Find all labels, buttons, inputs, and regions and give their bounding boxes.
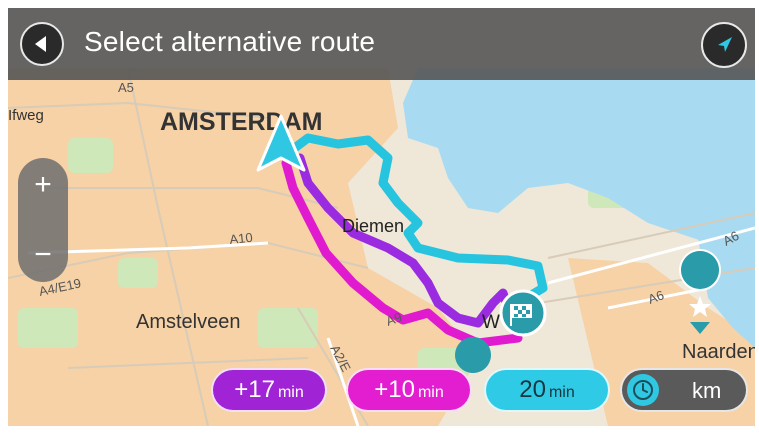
time-distance-toggle[interactable]: km (620, 368, 748, 412)
destination-flag-icon[interactable] (499, 289, 547, 337)
map-label-amstelveen: Amstelveen (136, 311, 241, 333)
road-label-a5: A5 (118, 80, 134, 95)
route-time-unit: min (548, 383, 575, 401)
zoom-out-button[interactable]: − (18, 230, 68, 280)
map-label-diemen: Diemen (342, 216, 404, 236)
distance-unit-label: km (692, 378, 722, 403)
header-bar: Select alternative route (8, 8, 755, 80)
route-time-unit: min (417, 383, 444, 401)
route-time-unit: min (277, 383, 304, 401)
route-option-cyan[interactable]: 20 min (484, 368, 610, 412)
navigation-arrow-icon (718, 37, 732, 52)
road-label-a10: A10 (229, 230, 254, 247)
route-time-total: 20 (519, 376, 546, 403)
clock-icon (627, 374, 659, 406)
route-time-delta: +10 (374, 376, 415, 403)
back-button[interactable] (20, 22, 64, 66)
map-label-ifweg: Ifweg (8, 107, 44, 124)
zoom-in-button[interactable]: + (18, 160, 68, 210)
map-label-amsterdam: AMSTERDAM (160, 108, 323, 136)
route-option-magenta[interactable]: +10 min (346, 368, 472, 412)
navigation-screen: Ifweg AMSTERDAM Diemen Amstelveen Naarde… (8, 8, 755, 426)
compass-button[interactable] (701, 22, 747, 68)
map-label-w: W (482, 312, 500, 333)
back-arrow-icon (35, 36, 46, 52)
page-title: Select alternative route (84, 26, 376, 57)
route-option-purple[interactable]: +17 min (211, 368, 327, 412)
route-time-delta: +17 (234, 376, 275, 403)
map-label-naarden: Naarden (682, 341, 755, 363)
zoom-control: + − (18, 158, 68, 282)
poi-marker-icon (455, 337, 492, 373)
